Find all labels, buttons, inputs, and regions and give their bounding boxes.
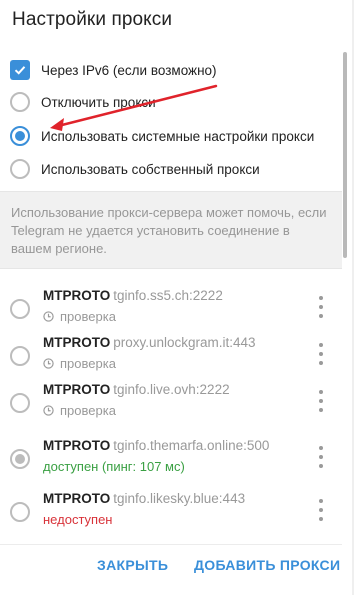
option-disable-proxy-label: Отключить прокси xyxy=(41,94,156,110)
proxy-type: MTPROTO xyxy=(43,335,111,350)
more-vertical-icon[interactable] xyxy=(317,390,325,412)
close-button[interactable]: ЗАКРЫТЬ xyxy=(97,557,168,573)
proxy-item[interactable]: MTPROTO tginfo.likesky.blue:443 недоступе… xyxy=(10,490,336,534)
proxy-radio[interactable] xyxy=(10,299,30,319)
option-custom-proxy[interactable]: Использовать собственный прокси xyxy=(10,156,260,182)
clock-icon xyxy=(43,311,54,322)
option-custom-proxy-label: Использовать собственный прокси xyxy=(41,161,260,177)
proxy-item[interactable]: MTPROTO tginfo.ss5.ch:2222 проверка xyxy=(10,287,336,331)
check-icon xyxy=(14,66,26,75)
checkbox-ipv6[interactable] xyxy=(10,60,30,80)
dialog-title: Настройки прокси xyxy=(12,9,173,30)
proxy-radio[interactable] xyxy=(10,449,30,469)
proxy-type: MTPROTO xyxy=(43,382,111,397)
option-ipv6-label: Через IPv6 (если возможно) xyxy=(41,62,217,78)
radio-system-proxy[interactable] xyxy=(10,126,30,146)
proxy-status: доступен (пинг: 107 мс) xyxy=(43,459,185,474)
more-vertical-icon[interactable] xyxy=(317,446,325,468)
clock-icon xyxy=(43,405,54,416)
proxy-status: проверка xyxy=(60,403,116,418)
proxy-type: MTPROTO xyxy=(43,288,111,303)
footer-divider xyxy=(0,544,342,545)
proxy-host: tginfo.ss5.ch:2222 xyxy=(113,288,223,303)
proxy-radio[interactable] xyxy=(10,393,30,413)
proxy-status: недоступен xyxy=(43,512,113,527)
proxy-radio[interactable] xyxy=(10,502,30,522)
proxy-settings-dialog: Настройки прокси Через IPv6 (если возмож… xyxy=(0,0,354,595)
proxy-host: tginfo.likesky.blue:443 xyxy=(113,491,246,506)
proxy-radio[interactable] xyxy=(10,346,30,366)
proxy-item[interactable]: MTPROTO tginfo.live.ovh:2222 проверка xyxy=(10,381,336,425)
proxy-type: MTPROTO xyxy=(43,438,111,453)
proxy-info-text: Использование прокси-сервера может помоч… xyxy=(0,191,342,269)
option-system-proxy[interactable]: Использовать системные настройки прокси xyxy=(10,123,314,149)
radio-custom-proxy[interactable] xyxy=(10,159,30,179)
clock-icon xyxy=(43,358,54,369)
option-ipv6[interactable]: Через IPv6 (если возможно) xyxy=(10,57,217,83)
proxy-item[interactable]: MTPROTO proxy.unlockgram.it:443 проверка xyxy=(10,334,336,378)
proxy-host: tginfo.live.ovh:2222 xyxy=(113,382,230,397)
proxy-host: proxy.unlockgram.it:443 xyxy=(113,335,256,350)
proxy-item[interactable]: MTPROTO tginfo.themarfa.online:500 доступ… xyxy=(10,437,336,481)
add-proxy-button[interactable]: ДОБАВИТЬ ПРОКСИ xyxy=(194,557,340,573)
option-disable-proxy[interactable]: Отключить прокси xyxy=(10,89,156,115)
proxy-status: проверка xyxy=(60,356,116,371)
more-vertical-icon[interactable] xyxy=(317,499,325,521)
option-system-proxy-label: Использовать системные настройки прокси xyxy=(41,128,315,144)
radio-disable-proxy[interactable] xyxy=(10,92,30,112)
more-vertical-icon[interactable] xyxy=(317,296,325,318)
scrollbar[interactable] xyxy=(343,52,347,258)
proxy-status: проверка xyxy=(60,309,116,324)
proxy-type: MTPROTO xyxy=(43,491,111,506)
proxy-host: tginfo.themarfa.online:500 xyxy=(113,438,270,453)
more-vertical-icon[interactable] xyxy=(317,343,325,365)
